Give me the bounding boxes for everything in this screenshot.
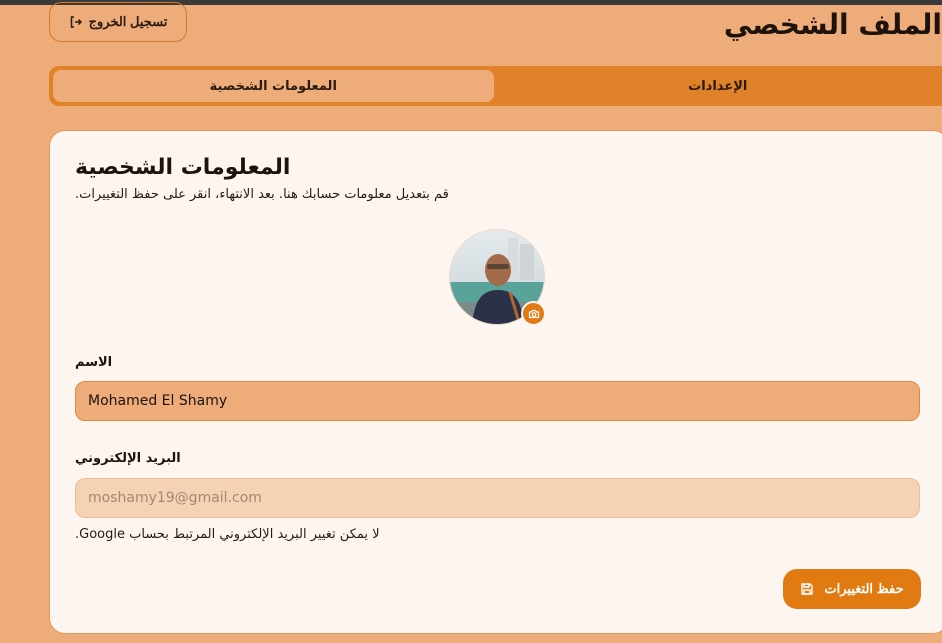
tab-settings-label: الإعدادات: [688, 78, 748, 94]
change-photo-button[interactable]: [521, 301, 546, 326]
email-label: البريد الإلكتروني: [75, 451, 181, 466]
tab-personal-info-label: المعلومات الشخصية: [209, 78, 337, 94]
save-button[interactable]: حفظ التغييرات: [783, 569, 921, 609]
name-label: الاسم: [75, 355, 113, 370]
logout-button[interactable]: تسجيل الخروج: [49, 2, 187, 42]
avatar-container: [449, 229, 547, 327]
logout-label: تسجيل الخروج: [88, 14, 168, 29]
profile-tabs: المعلومات الشخصية الإعدادات: [49, 66, 942, 106]
camera-icon: [528, 308, 540, 320]
tab-personal-info[interactable]: المعلومات الشخصية: [53, 70, 494, 102]
name-input[interactable]: [75, 381, 920, 421]
logout-icon: [69, 15, 83, 29]
email-note: لا يمكن تغيير البريد الإلكتروني المرتبط …: [75, 527, 380, 542]
save-icon: [800, 582, 814, 596]
card-title: المعلومات الشخصية: [75, 155, 291, 180]
page-title: الملف الشخصي: [723, 8, 942, 41]
personal-info-card: المعلومات الشخصية قم بتعديل معلومات حساب…: [49, 130, 942, 634]
save-button-label: حفظ التغييرات: [824, 581, 904, 596]
email-input[interactable]: [75, 478, 920, 518]
tab-settings[interactable]: الإعدادات: [498, 70, 939, 102]
card-description: قم بتعديل معلومات حسابك هنا. بعد الانتها…: [75, 187, 449, 202]
